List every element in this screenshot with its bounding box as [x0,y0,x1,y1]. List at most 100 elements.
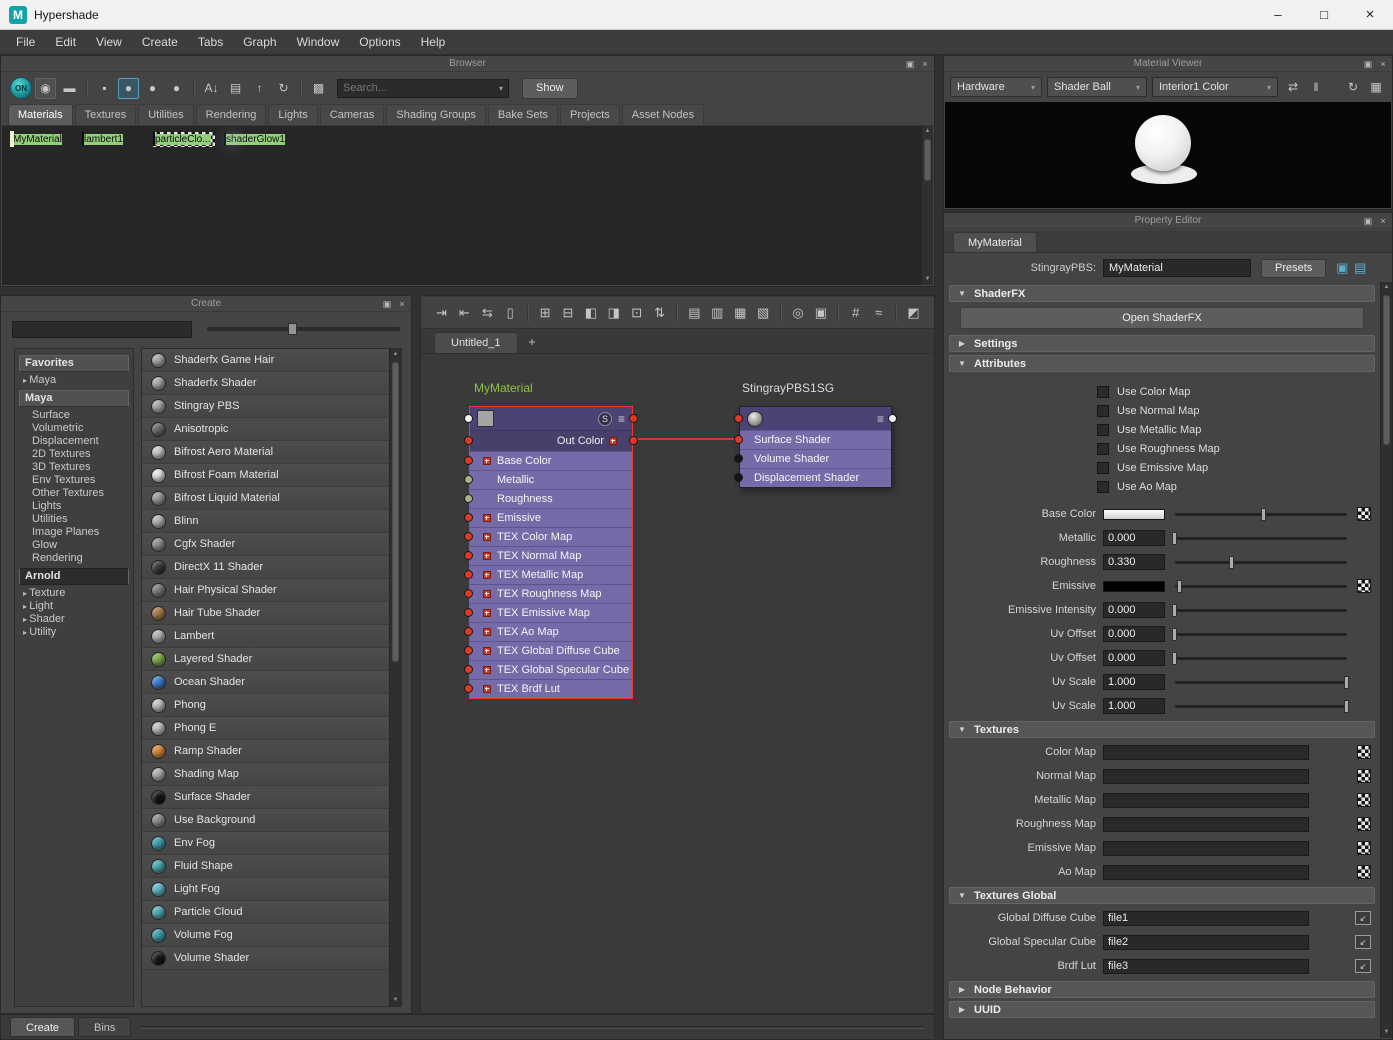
color-swatch[interactable] [1103,509,1165,520]
node-output-port[interactable] [629,414,638,423]
value-field[interactable]: 0.000 [1103,650,1165,666]
value-field[interactable]: 1.000 [1103,674,1165,690]
node-attribute-row[interactable]: Metallic [470,470,632,489]
checkbox[interactable] [1097,424,1109,436]
scroll-down-icon[interactable]: ▼ [390,995,401,1006]
attribute-input-port[interactable] [464,627,473,636]
node-graph-canvas[interactable]: MyMaterial StingrayPBS1SG S ≡ Out Color [422,354,933,1012]
slider-handle[interactable] [1177,580,1182,593]
panel-bottom-tab[interactable]: Bins [78,1017,131,1037]
create-category[interactable]: Light [15,600,133,613]
expand-arrow-icon[interactable]: ▼ [957,891,967,900]
attribute-slider[interactable] [1175,633,1347,636]
create-node-item[interactable]: Light Fog [142,878,389,901]
browse-file-icon[interactable]: ↙ [1355,911,1371,925]
create-node-item[interactable]: Bifrost Foam Material [142,464,389,487]
browse-file-icon[interactable]: ↙ [1355,935,1371,949]
material-thumbnail[interactable] [82,132,84,146]
collapse-arrow-icon[interactable]: ▶ [957,339,967,348]
collapse-arrow-icon[interactable]: ▶ [957,1005,967,1014]
value-field[interactable]: 0.000 [1103,626,1165,642]
browser-tab[interactable]: Materials [8,104,73,125]
texture-map-input[interactable] [1103,745,1309,760]
menu-item[interactable]: Options [349,30,410,55]
node-attribute-row[interactable]: TEX Emissive Map [470,603,632,622]
add-graph-tab-button[interactable]: + [520,332,545,353]
material-node[interactable]: S ≡ Out Color Base Colo [469,406,633,699]
geometry-dropdown[interactable]: Shader Ball ▾ [1047,77,1147,97]
texture-checker-button[interactable] [1357,865,1371,879]
node-attribute-row[interactable]: Displacement Shader [740,468,891,487]
slider-handle[interactable] [288,323,297,335]
node-attribute-row[interactable]: TEX Brdf Lut [470,679,632,698]
global-texture-input[interactable] [1103,911,1309,926]
create-node-item[interactable]: Ramp Shader [142,740,389,763]
icon-view-button[interactable]: ◉ [35,78,56,99]
material-thumbnail[interactable] [224,132,226,146]
texture-map-input[interactable] [1103,817,1309,832]
minimize-button[interactable]: – [1255,0,1301,29]
browser-panel-header[interactable]: Browser ▣ × [1,56,934,72]
title-bar[interactable]: M Hypershade – □ × [0,0,1393,30]
frame-all-icon[interactable]: ◎ [788,302,809,324]
value-field[interactable]: 0.000 [1103,530,1165,546]
attribute-input-port[interactable] [464,608,473,617]
node-attribute-row[interactable]: Base Color [470,451,632,470]
create-category[interactable]: 2D Textures [15,448,133,461]
swatch-auto-update-toggle[interactable]: ON [10,77,32,99]
browser-tab[interactable]: Utilities [138,104,193,125]
panel-bottom-tab[interactable]: Create [10,1017,75,1037]
align-top-icon[interactable]: ▤ [684,302,705,324]
sort-alphabetical-button[interactable]: A↓ [201,78,222,99]
section-textures[interactable]: ▼ Textures [949,721,1375,738]
show-swatches-icon[interactable]: ▣ [810,302,831,324]
create-node-item[interactable]: Bifrost Liquid Material [142,487,389,510]
value-field[interactable]: 0.330 [1103,554,1165,570]
node-attribute-row[interactable]: TEX Metallic Map [470,565,632,584]
create-category[interactable]: Glow [15,539,133,552]
menu-item[interactable]: Window [287,30,350,55]
shader-preview-viewport[interactable] [945,102,1391,208]
graph-both-icon[interactable]: ⊡ [626,302,647,324]
create-category[interactable]: Surface [15,409,133,422]
menu-item[interactable]: Edit [45,30,86,55]
attribute-input-port[interactable] [464,570,473,579]
texture-checker-button[interactable] [1357,769,1371,783]
menu-item[interactable]: Create [132,30,188,55]
create-category[interactable]: Favorites [19,355,129,372]
attribute-input-port[interactable] [464,551,473,560]
collapse-arrow-icon[interactable]: ▶ [957,985,967,994]
graph-upstream-icon[interactable]: ◧ [580,302,601,324]
slider-handle[interactable] [1344,676,1349,689]
texture-checker-button[interactable] [1357,745,1371,759]
pin-property-icon[interactable]: ▣ [1333,259,1351,277]
slider-handle[interactable] [1172,532,1177,545]
attribute-input-port[interactable] [464,684,473,693]
texture-checker-button[interactable] [1357,817,1371,831]
checkbox[interactable] [1097,405,1109,417]
attribute-input-port[interactable] [464,475,473,484]
filter-swatches-button[interactable]: ▩ [308,78,329,99]
attribute-input-port[interactable] [734,473,743,482]
attribute-input-port[interactable] [464,532,473,541]
refresh-swatches-button[interactable]: ↻ [273,78,294,99]
create-category[interactable]: Shader [15,613,133,626]
viewer-panel-header[interactable]: Material Viewer ▣ × [944,56,1392,72]
renderer-dropdown[interactable]: Hardware ▾ [950,77,1042,97]
node-attribute-row[interactable]: Surface Shader [740,430,891,449]
menu-item[interactable]: Tabs [188,30,233,55]
create-node-item[interactable]: Stingray PBS [142,395,389,418]
node-menu-icon[interactable]: ≡ [877,412,884,426]
attribute-input-port[interactable] [464,646,473,655]
attribute-slider[interactable] [1175,657,1347,660]
node-attribute-row[interactable]: TEX Normal Map [470,546,632,565]
browser-tab[interactable]: Shading Groups [386,104,486,125]
section-node-behavior[interactable]: ▶ Node Behavior [949,981,1375,998]
attribute-input-port[interactable] [464,456,473,465]
checkbox[interactable] [1097,386,1109,398]
node-input-port[interactable] [464,414,473,423]
map-checker-button[interactable] [1357,507,1371,521]
scroll-down-icon[interactable]: ▼ [922,274,933,285]
node-attribute-row[interactable]: TEX Color Map [470,527,632,546]
node-attribute-row[interactable]: Roughness [470,489,632,508]
